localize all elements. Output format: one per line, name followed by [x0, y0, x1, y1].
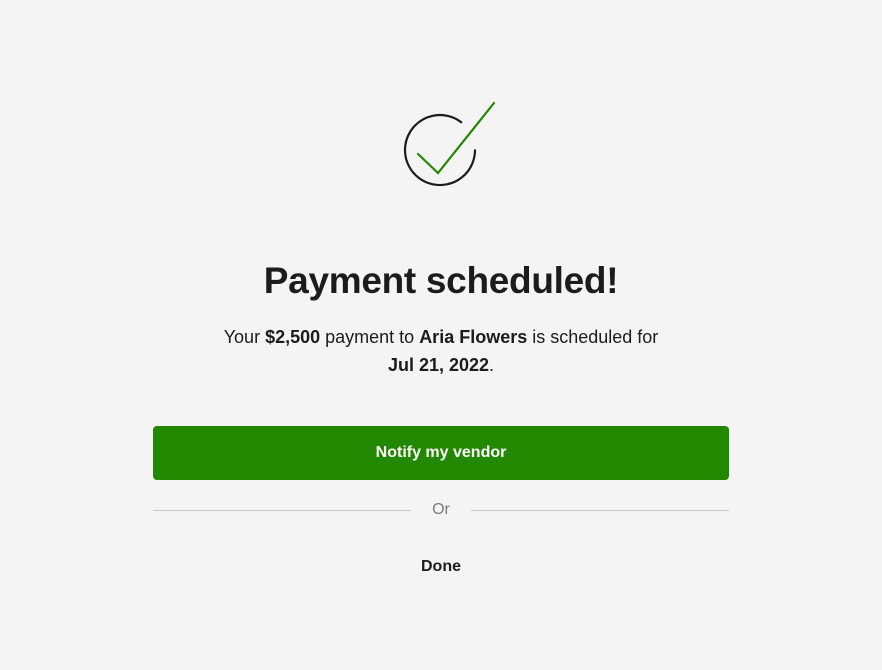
or-divider: Or: [153, 498, 729, 522]
message-prefix: Your: [223, 327, 266, 347]
divider-label: Or: [432, 501, 450, 518]
notify-vendor-button[interactable]: Notify my vendor: [153, 426, 729, 480]
vendor-name: Aria Flowers: [419, 327, 528, 347]
done-button[interactable]: Done: [391, 553, 491, 581]
message-suffix: is scheduled for: [527, 327, 659, 347]
message-end: .: [489, 355, 495, 375]
confirmation-message: Your $2,500 payment to Aria Flowers is s…: [150, 323, 732, 379]
divider-line-left: [153, 509, 411, 511]
divider-line-right: [471, 509, 729, 511]
page-title: Payment scheduled!: [263, 260, 619, 301]
message-middle: payment to: [320, 327, 420, 347]
check-circle-icon: [403, 101, 496, 187]
scheduled-date: Jul 21, 2022: [387, 355, 490, 375]
payment-amount: $2,500: [265, 327, 321, 347]
